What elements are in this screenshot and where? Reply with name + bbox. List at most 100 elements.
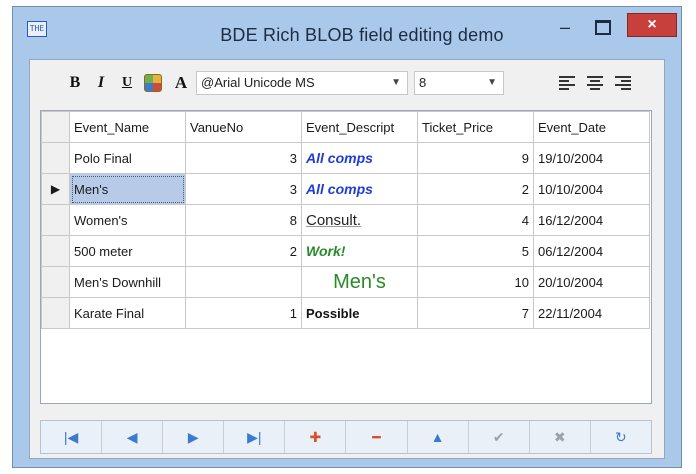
app-window: THE BDE Rich BLOB field editing demo – ×… — [12, 6, 682, 468]
bold-button[interactable]: B — [64, 72, 86, 94]
events-table: Event_Name VanueNo Event_Descript Ticket… — [41, 111, 650, 329]
close-button[interactable]: × — [627, 13, 677, 37]
cell-event-date[interactable]: 06/12/2004 — [533, 235, 650, 267]
cell-venue-no[interactable] — [185, 266, 302, 298]
cell-event-date[interactable]: 16/12/2004 — [533, 204, 650, 236]
font-name-combo[interactable]: @Arial Unicode MS ▼ — [196, 71, 408, 95]
minimize-button[interactable]: – — [547, 15, 583, 39]
table-row[interactable]: 500 meter 2 Work! 5 06/12/2004 — [41, 235, 650, 267]
row-indicator-header — [41, 111, 70, 143]
table-row[interactable]: ▶ Men's 3 All comps 2 10/10/2004 — [41, 173, 650, 205]
cell-venue-no[interactable]: 3 — [185, 173, 302, 205]
column-header-venue-no[interactable]: VanueNo — [185, 111, 302, 143]
table-row[interactable]: Women's 8 Consult. 4 16/12/2004 — [41, 204, 650, 236]
italic-button[interactable]: I — [90, 72, 112, 94]
cell-ticket-price[interactable]: 10 — [417, 266, 534, 298]
nav-cancel-button[interactable]: ✖ — [529, 421, 591, 453]
nav-edit-button[interactable]: ▲ — [407, 421, 469, 453]
cell-event-name[interactable]: Polo Final — [69, 142, 186, 174]
cell-event-date[interactable]: 22/11/2004 — [533, 297, 650, 329]
align-center-icon — [587, 76, 603, 90]
cell-event-descript[interactable]: Possible — [301, 297, 418, 329]
column-header-event-name[interactable]: Event_Name — [69, 111, 186, 143]
post-record-icon: ✔ — [492, 428, 505, 445]
client-area: B I U A @Arial Unicode MS ▼ 8 ▼ Event_Na… — [29, 59, 665, 459]
cell-event-name[interactable]: Karate Final — [69, 297, 186, 329]
cell-event-date[interactable]: 20/10/2004 — [533, 266, 650, 298]
header-row: Event_Name VanueNo Event_Descript Ticket… — [41, 111, 650, 143]
color-palette-button[interactable] — [142, 72, 164, 94]
cell-ticket-price[interactable]: 9 — [417, 142, 534, 174]
data-grid[interactable]: Event_Name VanueNo Event_Descript Ticket… — [40, 110, 652, 404]
edit-record-icon: ▲ — [430, 429, 445, 445]
last-record-icon: ▶| — [247, 428, 262, 445]
font-button[interactable]: A — [170, 72, 192, 94]
cell-event-date[interactable]: 10/10/2004 — [533, 173, 650, 205]
refresh-icon: ↻ — [615, 428, 627, 445]
cell-venue-no[interactable]: 8 — [185, 204, 302, 236]
nav-post-button[interactable]: ✔ — [468, 421, 530, 453]
current-row-indicator[interactable]: ▶ — [41, 173, 70, 205]
nav-next-button[interactable]: ▶ — [163, 421, 225, 453]
rich-text: Men's — [333, 270, 386, 293]
cell-ticket-price[interactable]: 2 — [417, 173, 534, 205]
column-header-ticket-price[interactable]: Ticket_Price — [417, 111, 534, 143]
row-indicator[interactable] — [41, 204, 70, 236]
cell-event-name[interactable]: 500 meter — [69, 235, 186, 267]
cell-event-descript[interactable]: Work! — [301, 235, 418, 267]
cell-event-name[interactable]: Men's — [69, 173, 186, 205]
nav-delete-button[interactable]: ━ — [346, 421, 408, 453]
cell-event-descript[interactable]: Men's — [301, 266, 418, 298]
rich-text: Possible — [306, 305, 360, 321]
font-size-value: 8 — [419, 75, 427, 90]
align-center-button[interactable] — [584, 72, 606, 94]
align-right-button[interactable] — [612, 72, 634, 94]
underline-button[interactable]: U — [116, 72, 138, 94]
maximize-button[interactable] — [585, 15, 621, 39]
column-header-event-date[interactable]: Event_Date — [533, 111, 650, 143]
cell-ticket-price[interactable]: 4 — [417, 204, 534, 236]
maximize-icon — [595, 19, 611, 35]
insert-record-icon: ✚ — [309, 428, 322, 445]
cell-event-descript[interactable]: All comps — [301, 173, 418, 205]
font-name-value: @Arial Unicode MS — [201, 75, 315, 90]
align-right-icon — [615, 76, 631, 90]
nav-refresh-button[interactable]: ↻ — [590, 421, 651, 453]
rich-text: All comps — [306, 181, 373, 197]
align-left-icon — [559, 76, 575, 90]
nav-prior-button[interactable]: ◀ — [102, 421, 164, 453]
table-row[interactable]: Men's Downhill Men's 10 20/10/2004 — [41, 266, 650, 298]
chevron-down-icon: ▼ — [391, 77, 401, 88]
first-record-icon: |◀ — [63, 428, 79, 445]
chevron-down-icon: ▼ — [487, 77, 497, 88]
cell-event-descript[interactable]: All comps — [301, 142, 418, 174]
font-size-combo[interactable]: 8 ▼ — [414, 71, 504, 95]
nav-last-button[interactable]: ▶| — [224, 421, 286, 453]
table-row[interactable]: Karate Final 1 Possible 7 22/11/2004 — [41, 297, 650, 329]
formatting-toolbar: B I U A @Arial Unicode MS ▼ 8 ▼ — [30, 60, 664, 104]
nav-insert-button[interactable]: ✚ — [285, 421, 347, 453]
row-indicator[interactable] — [41, 142, 70, 174]
nav-first-button[interactable]: |◀ — [41, 421, 103, 453]
align-left-button[interactable] — [556, 72, 578, 94]
cell-venue-no[interactable]: 2 — [185, 235, 302, 267]
cell-event-name[interactable]: Men's Downhill — [69, 266, 186, 298]
prior-record-icon: ◀ — [126, 428, 138, 445]
cell-ticket-price[interactable]: 5 — [417, 235, 534, 267]
row-indicator[interactable] — [41, 235, 70, 267]
column-header-event-descript[interactable]: Event_Descript — [301, 111, 418, 143]
cell-event-date[interactable]: 19/10/2004 — [533, 142, 650, 174]
cell-event-descript[interactable]: Consult. — [301, 204, 418, 236]
next-record-icon: ▶ — [187, 428, 199, 445]
cell-venue-no[interactable]: 3 — [185, 142, 302, 174]
cell-venue-no[interactable]: 1 — [185, 297, 302, 329]
row-indicator[interactable] — [41, 297, 70, 329]
cell-event-name[interactable]: Women's — [69, 204, 186, 236]
rich-text: Work! — [306, 243, 346, 259]
db-navigator: |◀ ◀ ▶ ▶| ✚ ━ ▲ ✔ ✖ ↻ — [40, 420, 652, 454]
cell-ticket-price[interactable]: 7 — [417, 297, 534, 329]
row-indicator[interactable] — [41, 266, 70, 298]
rich-text: Consult. — [306, 211, 362, 229]
table-row[interactable]: Polo Final 3 All comps 9 19/10/2004 — [41, 142, 650, 174]
title-bar[interactable]: THE BDE Rich BLOB field editing demo – × — [13, 7, 681, 59]
